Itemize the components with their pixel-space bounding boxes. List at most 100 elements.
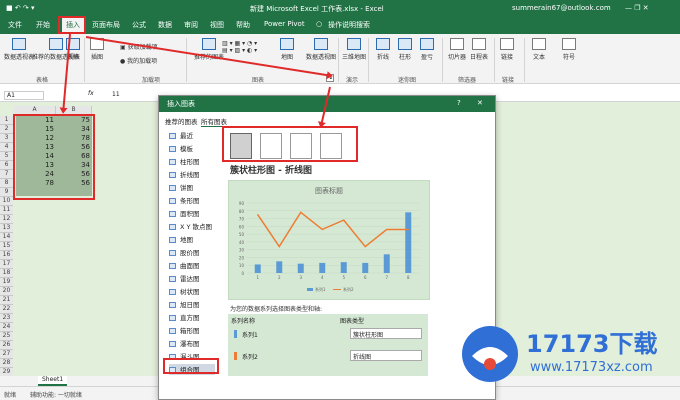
grid-cell[interactable] bbox=[56, 278, 92, 287]
row-header[interactable]: 28 bbox=[0, 359, 13, 368]
account-name[interactable]: summerain67@outlook.com bbox=[512, 4, 611, 12]
grid-cell[interactable] bbox=[16, 215, 56, 224]
row-header[interactable]: 1 bbox=[0, 116, 13, 125]
grid-cell[interactable] bbox=[56, 260, 92, 269]
row-header[interactable]: 3 bbox=[0, 134, 13, 143]
chart-category-item[interactable]: 曲面图 bbox=[169, 260, 200, 271]
tab-home[interactable]: 开始 bbox=[36, 20, 50, 30]
grid-cell[interactable] bbox=[56, 350, 92, 359]
row-header[interactable]: 9 bbox=[0, 188, 13, 197]
grid-cell[interactable] bbox=[16, 323, 56, 332]
grid-cell[interactable] bbox=[16, 296, 56, 305]
chart-category-item[interactable]: 雷达图 bbox=[169, 273, 200, 284]
3d-map-button[interactable]: 三维地图 bbox=[342, 38, 366, 61]
text-button[interactable]: 文本 bbox=[532, 38, 546, 61]
row-header[interactable]: 13 bbox=[0, 224, 13, 233]
row-header[interactable]: 12 bbox=[0, 215, 13, 224]
grid-cell[interactable] bbox=[56, 206, 92, 215]
grid-cell[interactable] bbox=[16, 305, 56, 314]
row-header[interactable]: 19 bbox=[0, 278, 13, 287]
chart-category-item[interactable]: 旭日图 bbox=[169, 299, 200, 310]
function-icon[interactable]: fx bbox=[88, 90, 94, 97]
grid-cell[interactable] bbox=[16, 350, 56, 359]
maps-button[interactable]: 地图 bbox=[280, 38, 294, 61]
grid-cell[interactable] bbox=[16, 260, 56, 269]
chart-category-item[interactable]: 树状图 bbox=[169, 286, 200, 297]
chart-category-item[interactable]: 最近 bbox=[169, 130, 193, 141]
grid-cell[interactable] bbox=[56, 314, 92, 323]
name-box[interactable]: A1 bbox=[4, 91, 44, 100]
sparkline-winloss-button[interactable]: 盈亏 bbox=[420, 38, 434, 61]
grid-cell[interactable] bbox=[56, 269, 92, 278]
row-header[interactable]: 2 bbox=[0, 125, 13, 134]
grid-cell[interactable] bbox=[16, 278, 56, 287]
sheet-tab[interactable]: Sheet1 bbox=[38, 376, 68, 386]
symbols-button[interactable]: 符号 bbox=[562, 38, 576, 61]
accessibility-status[interactable]: 辅助功能: 一切就绪 bbox=[30, 390, 82, 399]
row-header[interactable]: 15 bbox=[0, 242, 13, 251]
link-button[interactable]: 链接 bbox=[500, 38, 514, 61]
grid-cell[interactable] bbox=[56, 332, 92, 341]
row-header[interactable]: 21 bbox=[0, 296, 13, 305]
chart-category-item[interactable]: 折线图 bbox=[169, 169, 200, 180]
row-header[interactable]: 27 bbox=[0, 350, 13, 359]
tab-power-pivot[interactable]: Power Pivot bbox=[264, 20, 305, 28]
grid-cell[interactable] bbox=[56, 233, 92, 242]
chart-category-item[interactable]: X Y 散点图 bbox=[169, 221, 212, 232]
grid-cell[interactable] bbox=[16, 242, 56, 251]
chart-category-item[interactable]: 股价图 bbox=[169, 247, 200, 258]
row-header[interactable]: 11 bbox=[0, 206, 13, 215]
grid-cell[interactable] bbox=[16, 269, 56, 278]
tab-data[interactable]: 数据 bbox=[158, 20, 172, 30]
grid-cell[interactable] bbox=[56, 341, 92, 350]
grid-cell[interactable] bbox=[16, 206, 56, 215]
tab-file[interactable]: 文件 bbox=[8, 20, 22, 30]
chart-category-item[interactable]: 直方图 bbox=[169, 312, 200, 323]
grid-cell[interactable] bbox=[16, 332, 56, 341]
grid-cell[interactable] bbox=[56, 359, 92, 368]
row-header[interactable]: 25 bbox=[0, 332, 13, 341]
sparkline-column-button[interactable]: 柱形 bbox=[398, 38, 412, 61]
pivot-chart-button[interactable]: 数据透视图 bbox=[306, 38, 336, 61]
chart-category-item[interactable]: 瀑布图 bbox=[169, 338, 200, 349]
grid-cell[interactable] bbox=[16, 287, 56, 296]
grid-cell[interactable] bbox=[16, 224, 56, 233]
grid-cell[interactable] bbox=[16, 233, 56, 242]
row-header[interactable]: 20 bbox=[0, 287, 13, 296]
series-1-type-select[interactable]: 簇状柱形图 bbox=[350, 328, 422, 339]
chart-category-item[interactable]: 地图 bbox=[169, 234, 193, 245]
formula-input[interactable]: 11 bbox=[112, 91, 120, 98]
row-header[interactable]: 14 bbox=[0, 233, 13, 242]
row-header[interactable]: 4 bbox=[0, 143, 13, 152]
row-header[interactable]: 8 bbox=[0, 179, 13, 188]
timeline-button[interactable]: 日程表 bbox=[470, 38, 488, 61]
grid-cell[interactable] bbox=[56, 323, 92, 332]
tab-review[interactable]: 审阅 bbox=[184, 20, 198, 30]
tab-page-layout[interactable]: 页面布局 bbox=[92, 20, 120, 30]
grid-cell[interactable] bbox=[56, 287, 92, 296]
series-2-type-select[interactable]: 折线图 bbox=[350, 350, 422, 361]
grid-cell[interactable] bbox=[56, 242, 92, 251]
tab-view[interactable]: 视图 bbox=[210, 20, 224, 30]
chart-category-item[interactable]: 模板 bbox=[169, 143, 193, 154]
row-header[interactable]: 10 bbox=[0, 197, 13, 206]
row-header[interactable]: 24 bbox=[0, 323, 13, 332]
window-controls[interactable]: — ❐ ✕ bbox=[625, 4, 649, 12]
grid-cell[interactable] bbox=[56, 296, 92, 305]
chart-category-item[interactable]: 饼图 bbox=[169, 182, 193, 193]
chart-category-item[interactable]: 箱形图 bbox=[169, 325, 200, 336]
chart-type-gallery[interactable]: ▥ ▾ ▦ ▾ ◔ ▾ ▤ ▾ ▨ ▾ ◐ ▾ bbox=[222, 40, 257, 54]
grid-cell[interactable] bbox=[56, 305, 92, 314]
row-header[interactable]: 5 bbox=[0, 152, 13, 161]
grid-cell[interactable] bbox=[16, 359, 56, 368]
tab-formulas[interactable]: 公式 bbox=[132, 20, 146, 30]
sparkline-line-button[interactable]: 折线 bbox=[376, 38, 390, 61]
grid-cell[interactable] bbox=[16, 251, 56, 260]
pivot-table-button[interactable]: 数据透视表 bbox=[4, 38, 34, 61]
help-icon[interactable]: ? bbox=[457, 99, 461, 107]
tab-recommended-charts[interactable]: 推荐的图表 bbox=[165, 116, 198, 126]
slicer-button[interactable]: 切片器 bbox=[448, 38, 466, 61]
illustrations-button[interactable]: 插图 bbox=[90, 38, 104, 61]
grid-cell[interactable] bbox=[16, 314, 56, 323]
grid-cell[interactable] bbox=[56, 251, 92, 260]
